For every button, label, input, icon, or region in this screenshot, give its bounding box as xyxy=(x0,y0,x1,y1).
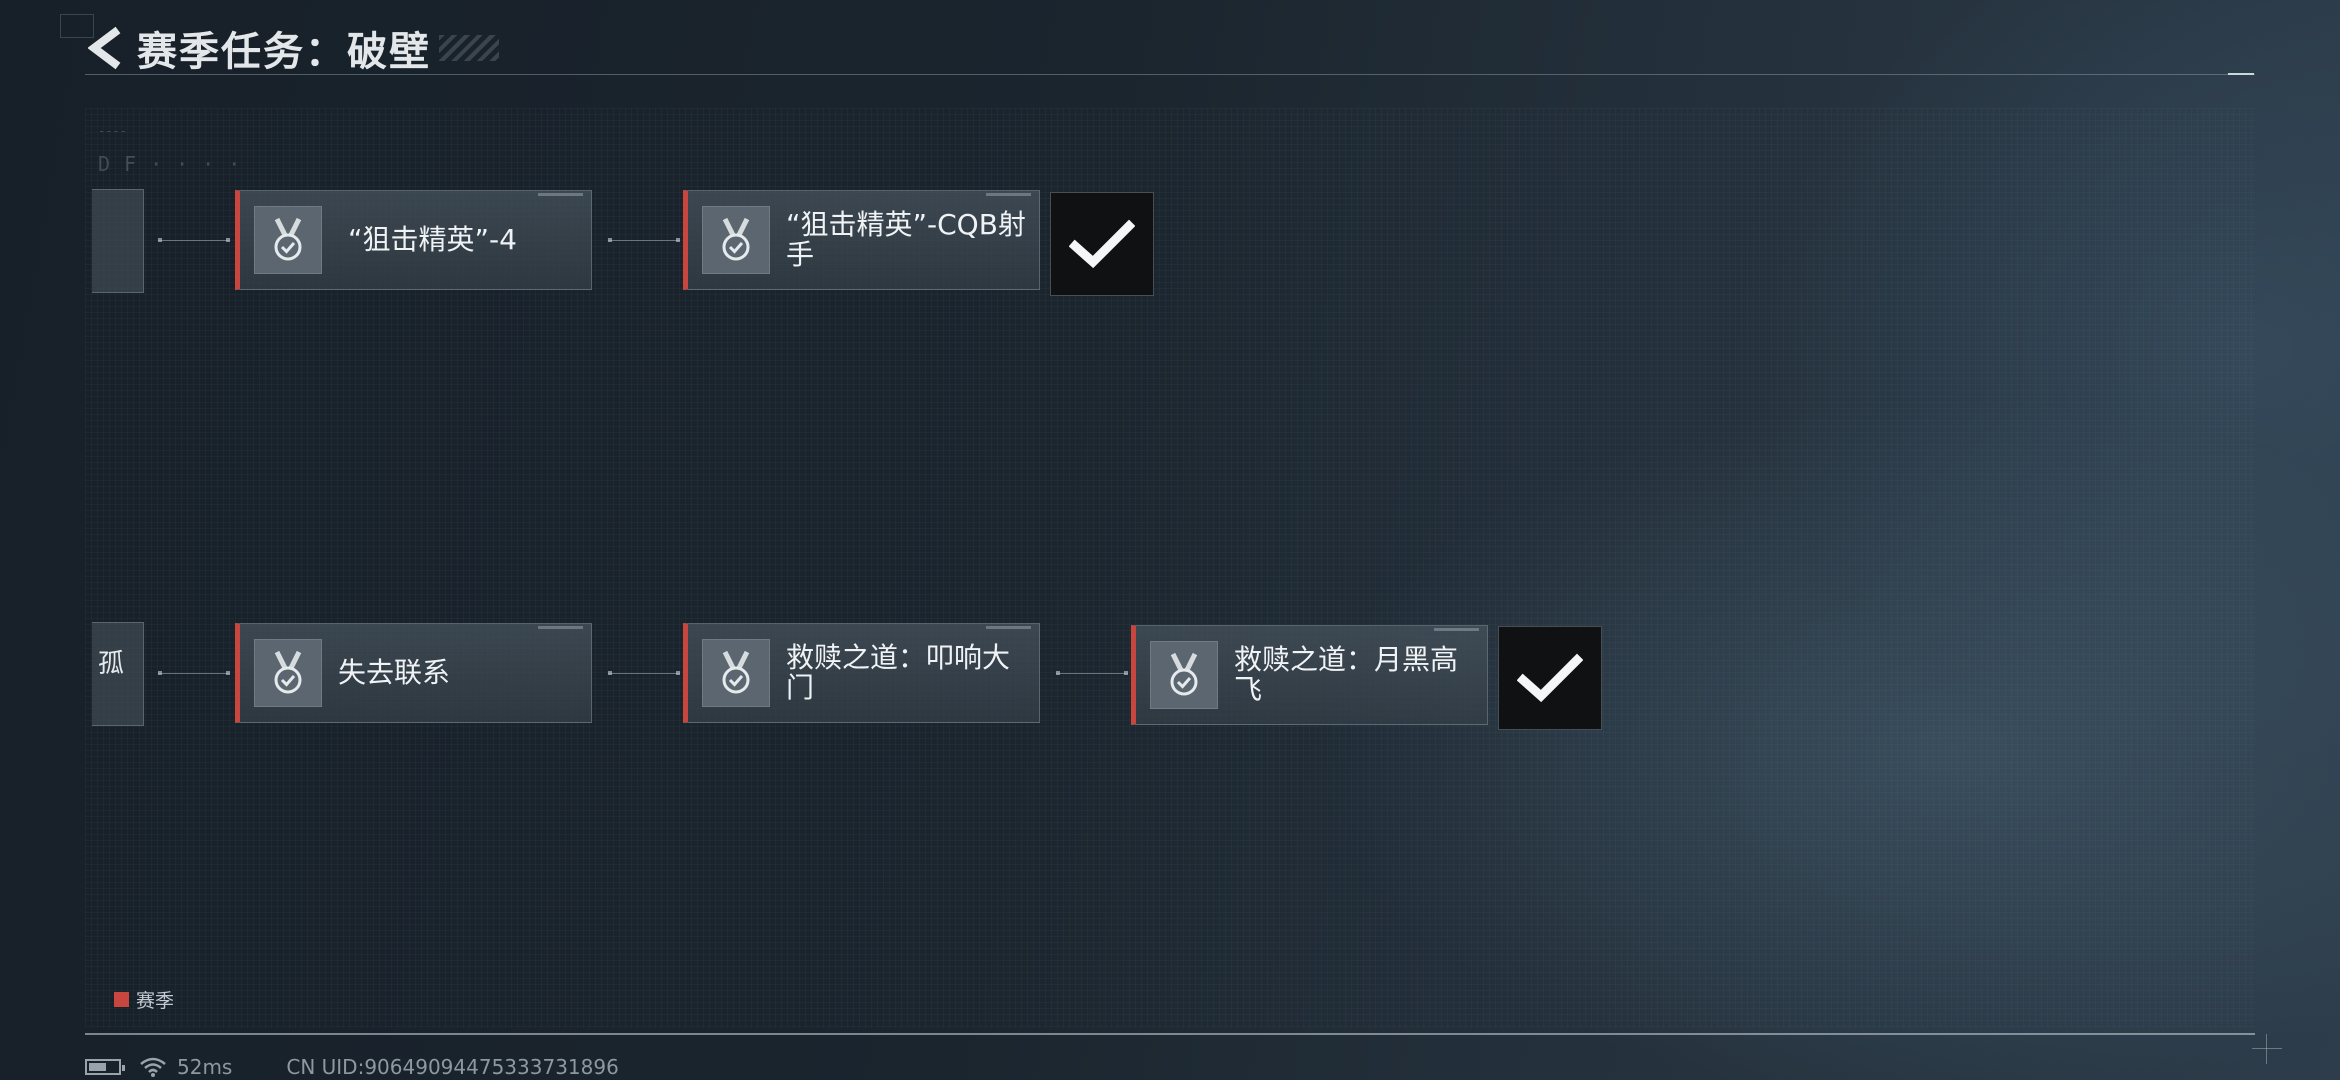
page-title: 赛季任务：破壁 xyxy=(137,29,431,75)
header: 赛季任务：破壁 xyxy=(85,18,499,78)
connector-line xyxy=(158,238,230,242)
check-icon xyxy=(1069,219,1135,269)
connector-line xyxy=(158,671,230,675)
title-stripe-decoration xyxy=(439,35,499,61)
task-node-label: “狙击精英”-CQB射手 xyxy=(786,208,1026,271)
medal-check-icon xyxy=(254,206,322,274)
task-node-label: 救赎之道：月黑高飞 xyxy=(1234,643,1459,706)
reward-complete-box[interactable] xyxy=(1498,626,1602,730)
reward-complete-box[interactable] xyxy=(1050,192,1154,296)
user-uid: CN UID:9064909447533373​1896 xyxy=(286,1055,619,1079)
medal-check-icon xyxy=(1150,641,1218,709)
footer-divider xyxy=(85,1033,2255,1035)
deco-text: ---- xyxy=(98,124,127,138)
task-node-redemption-moon[interactable]: 救赎之道：月黑高飞 xyxy=(1131,625,1488,725)
crosshair-decoration xyxy=(2266,1034,2267,1064)
task-node-label: 救赎之道：叩响大门 xyxy=(786,641,1011,704)
back-button[interactable] xyxy=(85,23,127,73)
header-divider xyxy=(85,74,2255,75)
connector-line xyxy=(608,671,680,675)
task-node-label: 失去联系 xyxy=(338,656,451,689)
legend-swatch xyxy=(114,992,129,1007)
task-node-sniper-elite-cqb[interactable]: “狙击精英”-CQB射手 xyxy=(683,190,1040,290)
crosshair-decoration xyxy=(2252,1048,2282,1049)
back-arrow-icon xyxy=(88,26,121,70)
connector-line xyxy=(1056,671,1128,675)
battery-level xyxy=(89,1063,106,1071)
legend: 赛季 xyxy=(114,986,174,1013)
partial-node[interactable] xyxy=(92,189,144,293)
task-node-lost-contact[interactable]: 失去联系 xyxy=(235,623,592,723)
medal-check-icon xyxy=(702,206,770,274)
task-node-label: “狙击精英”-4 xyxy=(348,223,517,256)
task-node-sniper-elite-4[interactable]: “狙击精英”-4 xyxy=(235,190,592,290)
connector-line xyxy=(608,238,680,242)
partial-node[interactable]: 孤 xyxy=(92,622,144,726)
ping-value: 52ms xyxy=(177,1055,233,1079)
legend-label: 赛季 xyxy=(136,990,175,1012)
deco-text: DF···· xyxy=(98,152,255,176)
medal-check-icon xyxy=(254,639,322,707)
divider-cap xyxy=(2228,73,2254,75)
battery-icon xyxy=(85,1059,125,1075)
medal-check-icon xyxy=(702,639,770,707)
check-icon xyxy=(1517,653,1583,703)
task-node-redemption-knock[interactable]: 救赎之道：叩响大门 xyxy=(683,623,1040,723)
wifi-icon xyxy=(140,1057,166,1077)
status-bar: 52ms CN UID:9064909447533373​1896 xyxy=(85,1055,619,1079)
